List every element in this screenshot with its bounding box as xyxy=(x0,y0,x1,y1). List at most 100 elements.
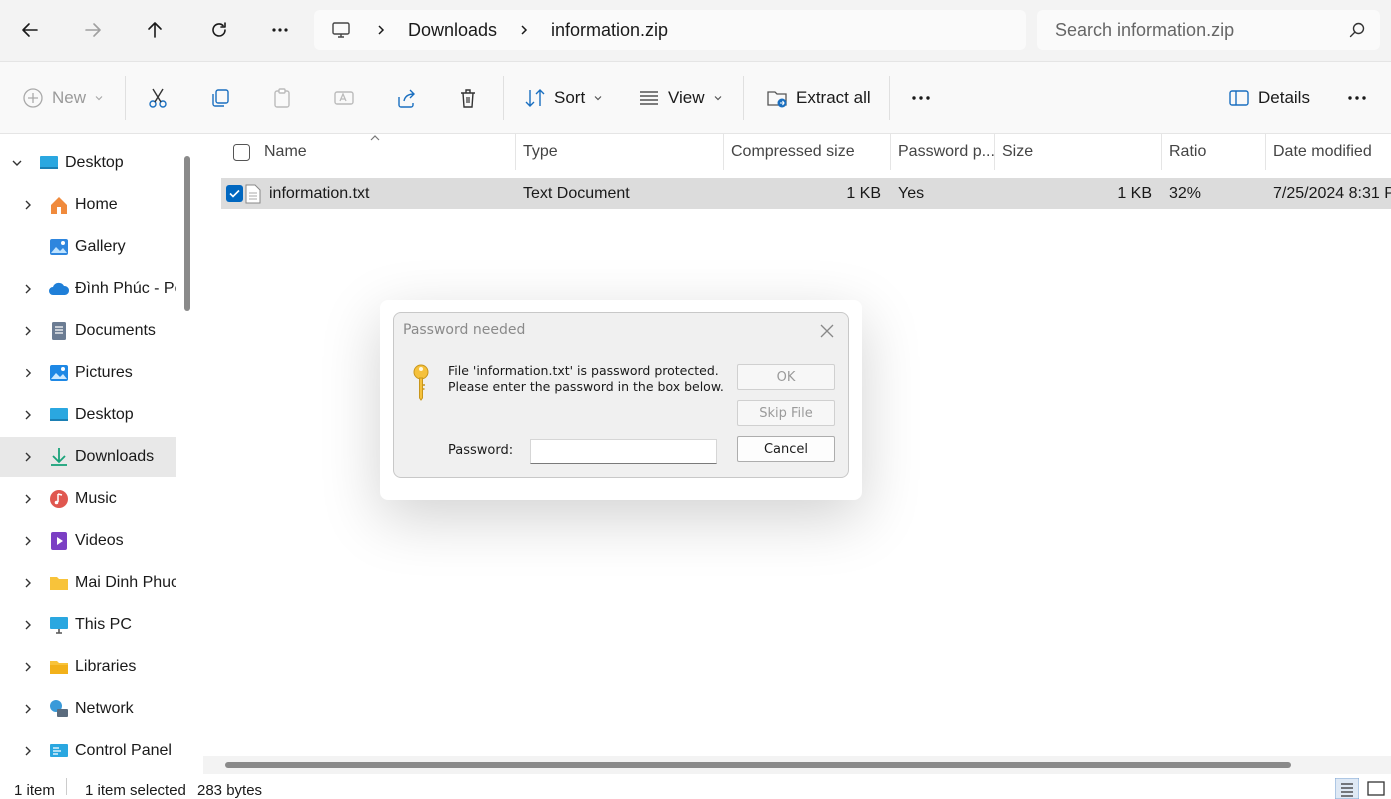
sort-button[interactable]: Sort xyxy=(524,80,603,116)
dialog-message: File 'information.txt' is password prote… xyxy=(448,363,724,395)
sidebar-item-libraries[interactable]: Libraries xyxy=(0,647,176,687)
this-pc-icon xyxy=(332,22,350,38)
row-checkbox[interactable] xyxy=(226,178,243,209)
sidebar-item-network[interactable]: Network xyxy=(0,689,176,729)
sidebar-item-videos[interactable]: Videos xyxy=(0,521,176,561)
chevron-right-icon xyxy=(25,368,32,378)
refresh-button[interactable] xyxy=(201,12,237,48)
column-header-size[interactable]: Size xyxy=(1002,134,1033,170)
column-header-type[interactable]: Type xyxy=(523,134,558,170)
forward-button[interactable] xyxy=(75,12,111,48)
share-button[interactable] xyxy=(395,80,417,116)
delete-button[interactable] xyxy=(457,80,479,116)
scrollbar-thumb[interactable] xyxy=(225,762,1291,768)
column-header-password[interactable]: Password p... xyxy=(898,134,995,170)
sidebar-item-desktop-root[interactable]: Desktop xyxy=(0,143,176,183)
sort-icon xyxy=(525,89,545,107)
extract-all-button[interactable]: Extract all xyxy=(766,80,871,116)
copy-icon xyxy=(212,89,229,107)
ok-button[interactable]: OK xyxy=(737,364,835,390)
sidebar-item-label: Videos xyxy=(75,532,124,549)
column-divider[interactable] xyxy=(1265,134,1266,170)
copy-button[interactable] xyxy=(209,80,231,116)
close-icon[interactable] xyxy=(819,323,835,339)
sidebar-item-home[interactable]: Home xyxy=(0,185,176,225)
cut-button[interactable] xyxy=(147,80,169,116)
toolbar-separator xyxy=(889,76,890,120)
selection-count: 1 item selected xyxy=(85,782,186,799)
column-header-name[interactable]: Name xyxy=(264,134,307,170)
sidebar-item-label: Documents xyxy=(75,322,156,339)
up-button[interactable] xyxy=(137,12,173,48)
dialog-message-line1: File 'information.txt' is password prote… xyxy=(448,363,719,378)
pictures-icon xyxy=(50,365,68,381)
sidebar-item-pictures[interactable]: Pictures xyxy=(0,353,176,393)
sidebar-item-label: Downloads xyxy=(75,448,155,465)
sidebar-item-downloads[interactable]: Downloads xyxy=(0,437,176,477)
file-password: Yes xyxy=(898,184,925,202)
layout-more-button[interactable] xyxy=(1346,80,1368,116)
password-label: Password: xyxy=(448,443,514,458)
sidebar-item-label: Home xyxy=(75,196,118,213)
skip-file-button[interactable]: Skip File xyxy=(737,400,835,426)
chevron-right-icon xyxy=(25,326,31,336)
search-input[interactable]: Search information.zip xyxy=(1037,10,1380,50)
column-divider[interactable] xyxy=(994,134,995,170)
select-all-checkbox[interactable] xyxy=(233,134,250,170)
table-row[interactable]: information.txt Text Document 1 KB Yes 1… xyxy=(221,178,1391,209)
details-label: Details xyxy=(1258,88,1310,107)
control-panel-icon xyxy=(50,744,68,757)
chevron-right-icon xyxy=(25,410,31,420)
item-count: 1 item xyxy=(14,782,55,799)
password-field[interactable] xyxy=(530,439,717,464)
details-pane-button[interactable]: Details xyxy=(1228,80,1310,116)
column-divider[interactable] xyxy=(1161,134,1162,170)
sidebar-item-this-pc[interactable]: This PC xyxy=(0,605,176,645)
sidebar-item-control-panel[interactable]: Control Panel xyxy=(0,731,176,771)
column-divider[interactable] xyxy=(723,134,724,170)
sidebar-item-documents[interactable]: Documents xyxy=(0,311,176,351)
text-file-icon xyxy=(245,178,261,209)
column-header-date[interactable]: Date modified xyxy=(1273,134,1372,170)
details-view-icon[interactable] xyxy=(1335,778,1359,799)
chevron-right-icon xyxy=(25,284,31,294)
address-bar: Downloads information.zip Search informa… xyxy=(0,0,1391,62)
view-button[interactable]: View xyxy=(638,80,723,116)
extract-all-label: Extract all xyxy=(796,88,871,107)
horizontal-scrollbar[interactable] xyxy=(203,756,1391,774)
scissors-icon xyxy=(149,88,167,108)
search-placeholder: Search information.zip xyxy=(1055,19,1235,40)
sidebar-item-music[interactable]: Music xyxy=(0,479,176,519)
sidebar-item-mai-dinh-phuc[interactable]: Mai Dinh Phuc xyxy=(0,563,176,603)
sidebar-item-desktop[interactable]: Desktop xyxy=(0,395,176,435)
see-more-button[interactable] xyxy=(910,80,932,116)
rename-button[interactable] xyxy=(333,80,355,116)
more-nav-button[interactable] xyxy=(262,12,298,48)
sidebar-item-label: This PC xyxy=(75,616,132,633)
extract-folder-icon xyxy=(767,91,787,108)
column-divider[interactable] xyxy=(515,134,516,170)
search-icon xyxy=(1349,22,1365,38)
desktop-icon xyxy=(40,156,58,169)
column-header-ratio[interactable]: Ratio xyxy=(1169,134,1206,170)
back-button[interactable] xyxy=(12,12,48,48)
column-divider[interactable] xyxy=(890,134,891,170)
documents-icon xyxy=(52,322,66,340)
column-header-compressed-size[interactable]: Compressed size xyxy=(731,134,855,170)
breadcrumb-item-zip[interactable]: information.zip xyxy=(551,20,668,41)
music-icon xyxy=(50,490,68,508)
breadcrumb-item-downloads[interactable]: Downloads xyxy=(408,20,497,41)
cancel-button[interactable]: Cancel xyxy=(737,436,835,462)
sidebar-item-label: Music xyxy=(75,490,117,507)
dialog-title: Password needed xyxy=(403,322,526,338)
chevron-down-icon xyxy=(714,96,721,101)
sidebar-item-gallery[interactable]: Gallery xyxy=(0,227,176,267)
paste-button[interactable] xyxy=(271,80,293,116)
password-dialog: Password needed File 'information.txt' i… xyxy=(393,312,849,478)
sidebar-item-onedrive[interactable]: Đình Phúc - Pe xyxy=(0,269,176,309)
sidebar-item-label: Mai Dinh Phuc xyxy=(75,574,176,591)
sidebar-scrollbar[interactable] xyxy=(184,156,190,311)
breadcrumb[interactable]: Downloads information.zip xyxy=(314,10,1026,50)
tiles-view-icon[interactable] xyxy=(1364,778,1388,799)
new-button[interactable]: New xyxy=(22,80,104,116)
